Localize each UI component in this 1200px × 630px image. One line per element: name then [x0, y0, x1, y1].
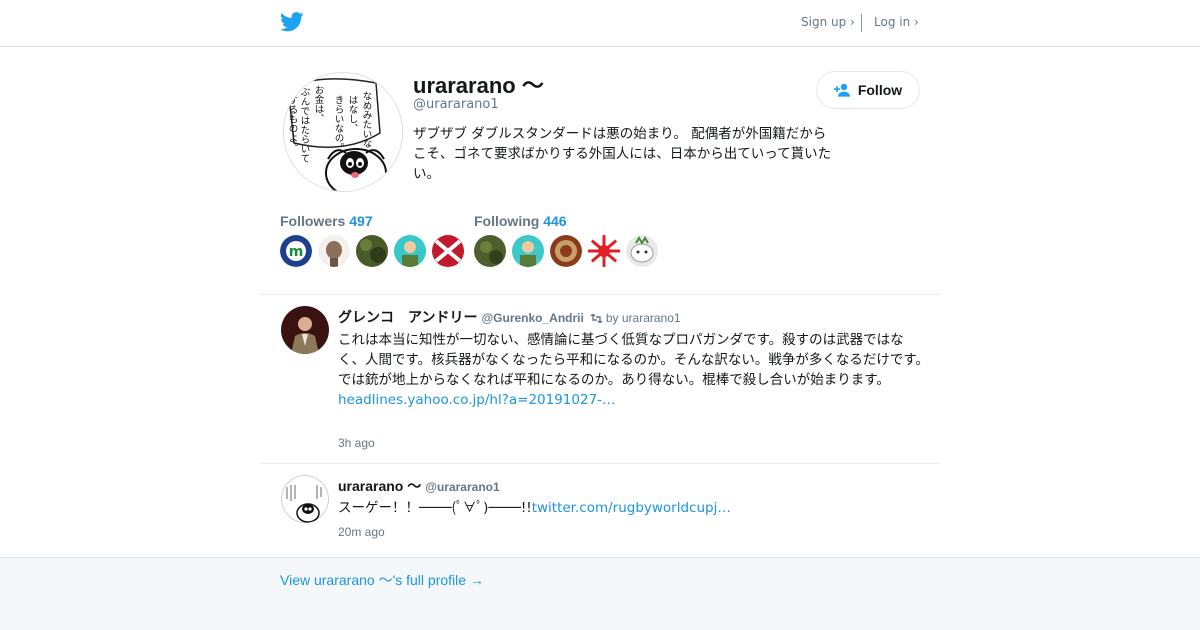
add-user-icon	[833, 83, 851, 97]
tweet-author-avatar[interactable]	[281, 306, 329, 354]
tweet-link[interactable]: headlines.yahoo.co.jp/hl?a=20191027-…	[338, 392, 616, 408]
follower-avatar[interactable]	[394, 235, 426, 267]
svg-text:ぶんではたらいて: ぶんではたらいて	[299, 87, 311, 163]
follower-avatar[interactable]	[356, 235, 388, 267]
svg-text:お金は、: お金は、	[313, 85, 325, 123]
svg-text:はなし、: はなし、	[347, 95, 359, 133]
separator	[260, 463, 940, 464]
profile-screen-name: @urararano1	[413, 97, 499, 112]
profile-avatar[interactable]: なめみたいな はなし、 きらいなの。 お金は、 ぶんではたらいて するものよ。	[283, 72, 403, 192]
tweet-author-name[interactable]: グレンコ アンドリー	[338, 309, 477, 325]
retweeted-by: by urararano1	[605, 311, 681, 325]
followers-section: Followers 497 m	[280, 213, 464, 267]
tweet-timestamp[interactable]: 20m ago	[338, 525, 385, 539]
svg-text:きらいなの。: きらいなの。	[333, 95, 345, 152]
profile-display-name: urararano 〜	[413, 73, 544, 98]
tweet-text: これは本当に知性が一切ない、感情論に基づく低質なプロパガンダです。殺すのは武器で…	[338, 330, 930, 410]
following-count: 446	[543, 213, 567, 229]
following-avatar[interactable]	[588, 235, 620, 267]
followers-count: 497	[349, 213, 373, 229]
twitter-bird-icon[interactable]	[280, 11, 304, 33]
full-profile-link[interactable]: View urararano 〜's full profile →	[280, 570, 484, 590]
tweet-text-content: スーゲー！！────(ﾟ∀ﾟ)────!!	[338, 500, 532, 516]
follow-button-label: Follow	[857, 82, 903, 98]
following-section: Following 446	[474, 213, 658, 267]
svg-text:なめみたいな: なめみたいな	[361, 91, 373, 148]
svg-text:するものよ。: するものよ。	[287, 95, 299, 152]
tweet-text-content: これは本当に知性が一切ない、感情論に基づく低質なプロパガンダです。殺すのは武器で…	[338, 332, 930, 388]
follower-avatar[interactable]	[318, 235, 350, 267]
tweet-text: スーゲー！！────(ﾟ∀ﾟ)────!!twitter.com/rugbywo…	[338, 498, 930, 518]
retweet-icon	[590, 313, 603, 324]
tweet-author-handle[interactable]: @urararano1	[425, 480, 499, 494]
follower-avatar[interactable]: m	[280, 235, 312, 267]
following-avatar[interactable]	[626, 235, 658, 267]
tweet-author-handle[interactable]: @Gurenko_Andrii	[481, 311, 583, 325]
following-avatar[interactable]	[474, 235, 506, 267]
follower-avatar[interactable]	[432, 235, 464, 267]
log-in-link[interactable]: Log in ›	[874, 15, 919, 29]
following-label: Following	[474, 213, 540, 229]
svg-text:m: m	[289, 244, 304, 260]
tweet-author-avatar[interactable]	[281, 475, 329, 523]
tweet-link[interactable]: twitter.com/rugbyworldcupj…	[532, 500, 731, 516]
top-bar: Sign up › Log in ›	[0, 0, 1200, 47]
follow-button[interactable]: Follow	[816, 71, 920, 109]
footer: View urararano 〜's full profile →	[0, 557, 1200, 630]
following-link[interactable]: Following 446	[474, 213, 658, 229]
sign-up-link[interactable]: Sign up ›	[801, 15, 855, 29]
tweet-timestamp[interactable]: 3h ago	[338, 436, 375, 450]
tweet-header: urararano 〜 @urararano1	[338, 476, 500, 496]
followers-label: Followers	[280, 213, 346, 229]
following-avatar[interactable]	[512, 235, 544, 267]
retweet-attribution: by urararano1	[590, 311, 681, 325]
followers-link[interactable]: Followers 497	[280, 213, 464, 229]
tweet-header: グレンコ アンドリー @Gurenko_Andrii by urararano1	[338, 307, 681, 327]
nav-divider	[861, 14, 862, 32]
tweet-author-name[interactable]: urararano 〜	[338, 478, 421, 494]
following-avatar[interactable]	[550, 235, 582, 267]
followers-avatars: m	[280, 235, 464, 267]
separator	[260, 294, 940, 295]
profile-bio: ザブザブ ダブルスタンダードは悪の始まり。 配偶者が外国籍だからこそ、ゴネて要求…	[413, 126, 832, 182]
following-avatars	[474, 235, 658, 267]
